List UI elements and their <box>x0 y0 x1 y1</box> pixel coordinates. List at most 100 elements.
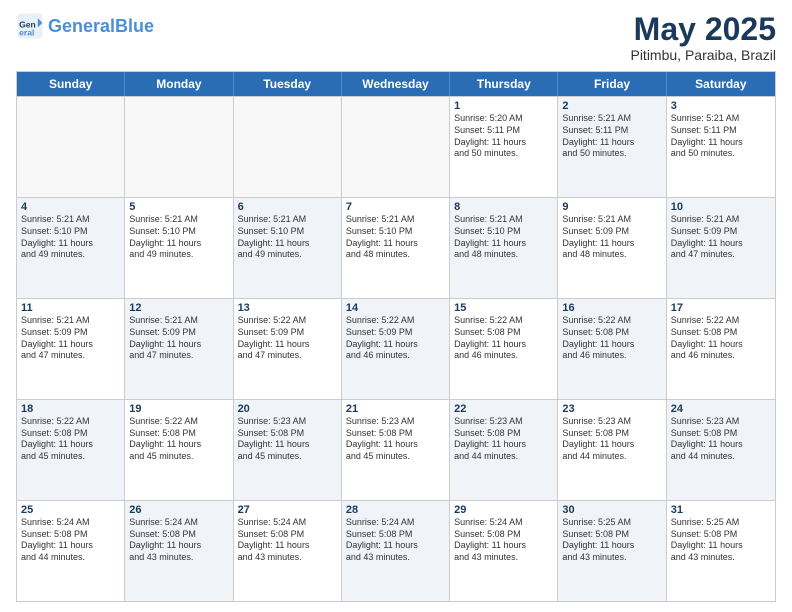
calendar-cell: 16Sunrise: 5:22 AM Sunset: 5:08 PM Dayli… <box>558 299 666 399</box>
logo-text: GeneralBlue <box>48 17 154 35</box>
day-info: Sunrise: 5:23 AM Sunset: 5:08 PM Dayligh… <box>346 416 445 463</box>
day-info: Sunrise: 5:21 AM Sunset: 5:09 PM Dayligh… <box>671 214 771 261</box>
weekday-header: Friday <box>558 72 666 96</box>
day-number: 10 <box>671 201 771 213</box>
day-info: Sunrise: 5:22 AM Sunset: 5:08 PM Dayligh… <box>129 416 228 463</box>
day-number: 29 <box>454 504 553 516</box>
day-info: Sunrise: 5:23 AM Sunset: 5:08 PM Dayligh… <box>562 416 661 463</box>
calendar-row: 18Sunrise: 5:22 AM Sunset: 5:08 PM Dayli… <box>17 399 775 500</box>
calendar-cell: 19Sunrise: 5:22 AM Sunset: 5:08 PM Dayli… <box>125 400 233 500</box>
day-number: 3 <box>671 100 771 112</box>
day-info: Sunrise: 5:20 AM Sunset: 5:11 PM Dayligh… <box>454 113 553 160</box>
day-info: Sunrise: 5:21 AM Sunset: 5:10 PM Dayligh… <box>238 214 337 261</box>
calendar-row: 11Sunrise: 5:21 AM Sunset: 5:09 PM Dayli… <box>17 298 775 399</box>
calendar-cell: 21Sunrise: 5:23 AM Sunset: 5:08 PM Dayli… <box>342 400 450 500</box>
day-number: 31 <box>671 504 771 516</box>
calendar-cell: 7Sunrise: 5:21 AM Sunset: 5:10 PM Daylig… <box>342 198 450 298</box>
calendar-cell: 14Sunrise: 5:22 AM Sunset: 5:09 PM Dayli… <box>342 299 450 399</box>
calendar-cell: 1Sunrise: 5:20 AM Sunset: 5:11 PM Daylig… <box>450 97 558 197</box>
day-info: Sunrise: 5:24 AM Sunset: 5:08 PM Dayligh… <box>21 517 120 564</box>
calendar-cell: 4Sunrise: 5:21 AM Sunset: 5:10 PM Daylig… <box>17 198 125 298</box>
calendar-cell <box>17 97 125 197</box>
day-info: Sunrise: 5:21 AM Sunset: 5:09 PM Dayligh… <box>21 315 120 362</box>
day-info: Sunrise: 5:23 AM Sunset: 5:08 PM Dayligh… <box>454 416 553 463</box>
logo-general: General <box>48 16 115 36</box>
day-number: 1 <box>454 100 553 112</box>
calendar-cell: 26Sunrise: 5:24 AM Sunset: 5:08 PM Dayli… <box>125 501 233 601</box>
header: Gen eral GeneralBlue May 2025 Pitimbu, P… <box>16 12 776 63</box>
day-info: Sunrise: 5:23 AM Sunset: 5:08 PM Dayligh… <box>238 416 337 463</box>
day-info: Sunrise: 5:22 AM Sunset: 5:08 PM Dayligh… <box>454 315 553 362</box>
day-info: Sunrise: 5:24 AM Sunset: 5:08 PM Dayligh… <box>238 517 337 564</box>
day-number: 11 <box>21 302 120 314</box>
day-number: 6 <box>238 201 337 213</box>
day-number: 8 <box>454 201 553 213</box>
day-info: Sunrise: 5:21 AM Sunset: 5:10 PM Dayligh… <box>454 214 553 261</box>
calendar-cell: 10Sunrise: 5:21 AM Sunset: 5:09 PM Dayli… <box>667 198 775 298</box>
day-number: 12 <box>129 302 228 314</box>
day-info: Sunrise: 5:22 AM Sunset: 5:08 PM Dayligh… <box>671 315 771 362</box>
calendar-cell: 20Sunrise: 5:23 AM Sunset: 5:08 PM Dayli… <box>234 400 342 500</box>
day-info: Sunrise: 5:21 AM Sunset: 5:10 PM Dayligh… <box>21 214 120 261</box>
calendar-cell: 3Sunrise: 5:21 AM Sunset: 5:11 PM Daylig… <box>667 97 775 197</box>
weekday-header: Monday <box>125 72 233 96</box>
day-number: 5 <box>129 201 228 213</box>
weekday-header: Thursday <box>450 72 558 96</box>
calendar-cell: 5Sunrise: 5:21 AM Sunset: 5:10 PM Daylig… <box>125 198 233 298</box>
calendar-cell: 17Sunrise: 5:22 AM Sunset: 5:08 PM Dayli… <box>667 299 775 399</box>
calendar-cell: 11Sunrise: 5:21 AM Sunset: 5:09 PM Dayli… <box>17 299 125 399</box>
day-number: 24 <box>671 403 771 415</box>
logo: Gen eral GeneralBlue <box>16 12 154 40</box>
calendar-cell: 18Sunrise: 5:22 AM Sunset: 5:08 PM Dayli… <box>17 400 125 500</box>
logo-icon: Gen eral <box>16 12 44 40</box>
day-number: 7 <box>346 201 445 213</box>
day-number: 26 <box>129 504 228 516</box>
day-info: Sunrise: 5:24 AM Sunset: 5:08 PM Dayligh… <box>454 517 553 564</box>
logo-blue: Blue <box>115 16 154 36</box>
day-number: 16 <box>562 302 661 314</box>
day-info: Sunrise: 5:25 AM Sunset: 5:08 PM Dayligh… <box>671 517 771 564</box>
calendar-cell: 27Sunrise: 5:24 AM Sunset: 5:08 PM Dayli… <box>234 501 342 601</box>
calendar-cell <box>234 97 342 197</box>
title-block: May 2025 Pitimbu, Paraiba, Brazil <box>630 12 776 63</box>
calendar-cell: 6Sunrise: 5:21 AM Sunset: 5:10 PM Daylig… <box>234 198 342 298</box>
day-number: 27 <box>238 504 337 516</box>
weekday-header: Sunday <box>17 72 125 96</box>
calendar: SundayMondayTuesdayWednesdayThursdayFrid… <box>16 71 776 602</box>
day-info: Sunrise: 5:22 AM Sunset: 5:08 PM Dayligh… <box>562 315 661 362</box>
day-info: Sunrise: 5:24 AM Sunset: 5:08 PM Dayligh… <box>129 517 228 564</box>
day-info: Sunrise: 5:21 AM Sunset: 5:10 PM Dayligh… <box>346 214 445 261</box>
calendar-row: 4Sunrise: 5:21 AM Sunset: 5:10 PM Daylig… <box>17 197 775 298</box>
day-number: 9 <box>562 201 661 213</box>
day-number: 19 <box>129 403 228 415</box>
day-number: 18 <box>21 403 120 415</box>
calendar-cell: 28Sunrise: 5:24 AM Sunset: 5:08 PM Dayli… <box>342 501 450 601</box>
calendar-body: 1Sunrise: 5:20 AM Sunset: 5:11 PM Daylig… <box>17 96 775 601</box>
calendar-cell: 15Sunrise: 5:22 AM Sunset: 5:08 PM Dayli… <box>450 299 558 399</box>
month-title: May 2025 <box>630 12 776 47</box>
calendar-cell: 12Sunrise: 5:21 AM Sunset: 5:09 PM Dayli… <box>125 299 233 399</box>
location-title: Pitimbu, Paraiba, Brazil <box>630 47 776 63</box>
day-info: Sunrise: 5:21 AM Sunset: 5:09 PM Dayligh… <box>562 214 661 261</box>
calendar-cell: 25Sunrise: 5:24 AM Sunset: 5:08 PM Dayli… <box>17 501 125 601</box>
day-number: 14 <box>346 302 445 314</box>
day-info: Sunrise: 5:22 AM Sunset: 5:08 PM Dayligh… <box>21 416 120 463</box>
calendar-cell: 13Sunrise: 5:22 AM Sunset: 5:09 PM Dayli… <box>234 299 342 399</box>
day-info: Sunrise: 5:23 AM Sunset: 5:08 PM Dayligh… <box>671 416 771 463</box>
day-info: Sunrise: 5:22 AM Sunset: 5:09 PM Dayligh… <box>346 315 445 362</box>
day-number: 25 <box>21 504 120 516</box>
day-number: 22 <box>454 403 553 415</box>
page: Gen eral GeneralBlue May 2025 Pitimbu, P… <box>0 0 792 612</box>
calendar-cell: 8Sunrise: 5:21 AM Sunset: 5:10 PM Daylig… <box>450 198 558 298</box>
day-number: 15 <box>454 302 553 314</box>
day-info: Sunrise: 5:24 AM Sunset: 5:08 PM Dayligh… <box>346 517 445 564</box>
calendar-cell: 31Sunrise: 5:25 AM Sunset: 5:08 PM Dayli… <box>667 501 775 601</box>
calendar-cell: 24Sunrise: 5:23 AM Sunset: 5:08 PM Dayli… <box>667 400 775 500</box>
day-info: Sunrise: 5:25 AM Sunset: 5:08 PM Dayligh… <box>562 517 661 564</box>
calendar-header: SundayMondayTuesdayWednesdayThursdayFrid… <box>17 72 775 96</box>
day-number: 30 <box>562 504 661 516</box>
calendar-cell: 22Sunrise: 5:23 AM Sunset: 5:08 PM Dayli… <box>450 400 558 500</box>
calendar-cell: 2Sunrise: 5:21 AM Sunset: 5:11 PM Daylig… <box>558 97 666 197</box>
calendar-cell: 29Sunrise: 5:24 AM Sunset: 5:08 PM Dayli… <box>450 501 558 601</box>
calendar-cell: 30Sunrise: 5:25 AM Sunset: 5:08 PM Dayli… <box>558 501 666 601</box>
